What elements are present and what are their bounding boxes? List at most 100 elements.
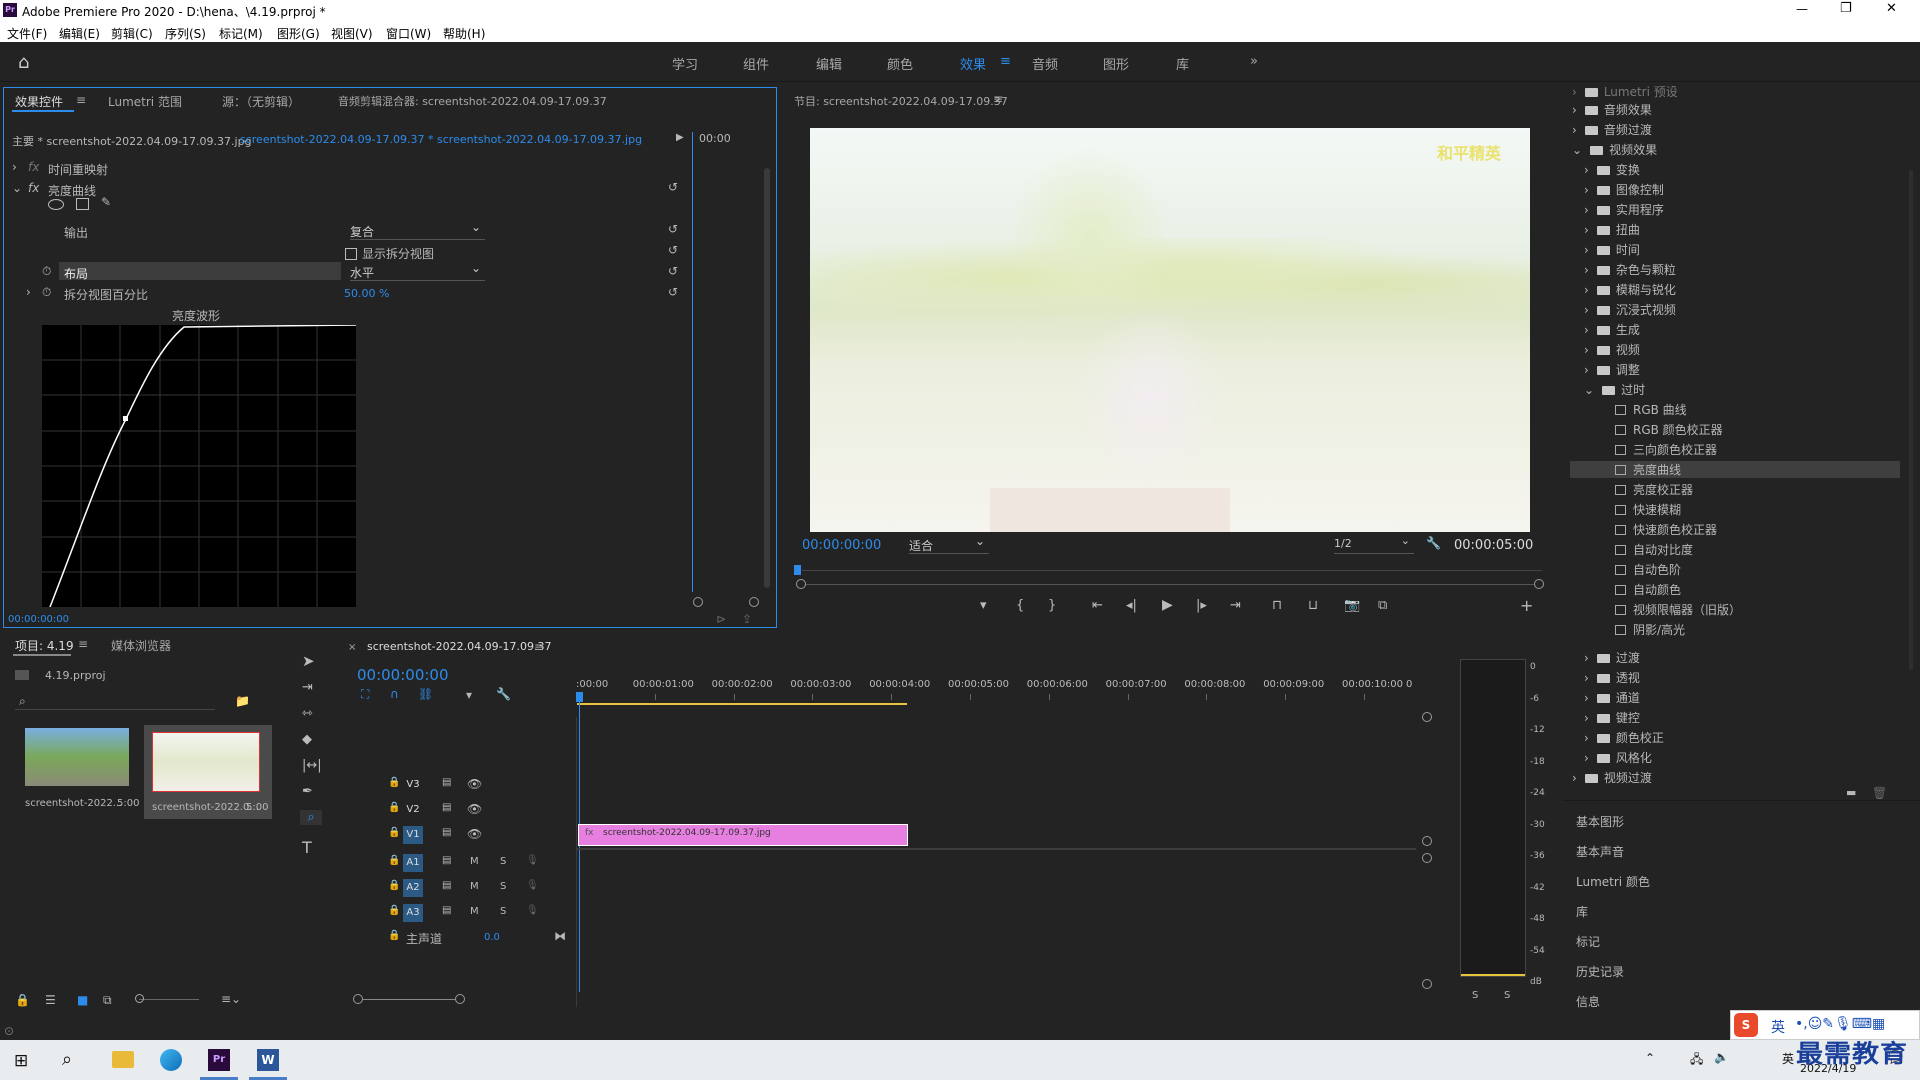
- program-time-ruler[interactable]: [802, 563, 1542, 571]
- tree-video-effect-folder[interactable]: › 颜色校正: [1572, 729, 1664, 746]
- ime-indicator[interactable]: 英: [1782, 1050, 1794, 1067]
- button-editor-icon[interactable]: +: [1520, 596, 1533, 615]
- add-marker-icon[interactable]: ▾: [980, 598, 987, 613]
- razor-tool-icon[interactable]: ◆: [302, 732, 312, 747]
- panel-libraries[interactable]: 库: [1576, 903, 1588, 920]
- export-icon[interactable]: ⇪: [742, 612, 752, 626]
- zoom-handle-left[interactable]: [693, 597, 703, 607]
- tab-menu-icon[interactable]: ≡: [78, 637, 88, 651]
- menu-file[interactable]: 文件(F): [7, 25, 47, 42]
- zoom-tool-icon[interactable]: ⌕: [300, 810, 322, 825]
- tree-video-effect-folder[interactable]: › 扭曲: [1572, 221, 1640, 238]
- time-ruler[interactable]: :00:00 00:00:01:00 00:00:02:00 00:00:03:00 0…: [576, 676, 1444, 706]
- tree-audio-transitions[interactable]: › 音频过渡: [1572, 121, 1652, 138]
- timeline-timecode[interactable]: 00:00:00:00: [357, 666, 449, 684]
- type-tool-icon[interactable]: T: [302, 838, 312, 857]
- tab-lumetri-scopes[interactable]: Lumetri 范围: [108, 93, 182, 110]
- go-to-end-icon[interactable]: ⧓: [554, 929, 566, 943]
- tab-project[interactable]: 项目: 4.19: [15, 637, 74, 654]
- vscroll-handle-top[interactable]: [1422, 712, 1432, 722]
- solo-right-button[interactable]: S: [1504, 990, 1510, 1001]
- reset-icon[interactable]: ↺: [668, 243, 678, 257]
- effect-controls-timecode[interactable]: 00:00:00:00: [8, 614, 69, 625]
- tree-effect-item[interactable]: 快速颜色校正器: [1572, 521, 1717, 538]
- menu-clip[interactable]: 剪辑(C): [111, 25, 153, 42]
- hscroll-handle-right[interactable]: [455, 994, 465, 1004]
- track-a1[interactable]: 🔒 A1 ▤ M S 🎙: [340, 852, 576, 874]
- workspace-color[interactable]: 颜色: [887, 54, 913, 73]
- menu-window[interactable]: 窗口(W): [386, 25, 431, 42]
- lift-icon[interactable]: ⊓: [1272, 598, 1282, 613]
- program-monitor-title[interactable]: 节目: screentshot-2022.04.09-17.09.37: [794, 93, 1008, 109]
- expand-icon[interactable]: ›: [26, 285, 31, 299]
- nest-icon[interactable]: ⛶: [361, 687, 369, 702]
- effects-scrollbar[interactable]: [1909, 170, 1913, 670]
- work-area-bar[interactable]: [577, 703, 907, 705]
- slider-handle[interactable]: [135, 994, 144, 1003]
- mute-button[interactable]: M: [470, 856, 479, 867]
- panel-markers[interactable]: 标记: [1576, 933, 1600, 950]
- pen-mask-icon[interactable]: ✎: [101, 195, 111, 209]
- new-bin-icon[interactable]: ▬: [1846, 786, 1856, 799]
- snap-icon[interactable]: ∩: [390, 687, 399, 701]
- workspace-libraries[interactable]: 库: [1176, 54, 1189, 73]
- minimize-button[interactable]: —: [1796, 2, 1808, 16]
- split-view-checkbox[interactable]: [345, 248, 357, 260]
- scroll-handle-right[interactable]: [1534, 579, 1544, 589]
- tree-effect-item[interactable]: 自动对比度: [1572, 541, 1693, 558]
- tree-effect-item[interactable]: 阴影/高光: [1572, 621, 1685, 638]
- panel-menu-icon[interactable]: ≡: [534, 640, 544, 654]
- solo-button[interactable]: S: [500, 881, 506, 892]
- ripple-edit-icon[interactable]: ⇿: [302, 706, 313, 721]
- track-master[interactable]: 🔒 主声道 0.0 ⧓: [340, 927, 576, 949]
- track-label[interactable]: V2: [403, 801, 423, 819]
- track-select-icon[interactable]: ⇥: [302, 680, 313, 695]
- project-item-1[interactable]: screentshot-2022... 5:00: [17, 725, 139, 815]
- lock-icon[interactable]: 🔒: [388, 802, 400, 813]
- add-marker-icon[interactable]: ▾: [466, 688, 472, 702]
- sync-icon[interactable]: ▤: [442, 777, 451, 788]
- linked-selection-icon[interactable]: ⛓: [418, 687, 433, 701]
- track-label[interactable]: V3: [403, 776, 423, 794]
- mic-icon[interactable]: 🎙: [526, 880, 539, 891]
- split-view-label[interactable]: 显示拆分视图: [362, 245, 434, 262]
- tree-video-transitions[interactable]: › 视频过渡: [1572, 769, 1652, 786]
- play-only-icon[interactable]: ▶: [676, 132, 684, 143]
- premiere-taskbar-icon[interactable]: Pr: [208, 1049, 230, 1071]
- hscroll-handle-left[interactable]: [353, 994, 363, 1004]
- sort-icon[interactable]: ≡⌄: [221, 992, 241, 1006]
- track-label[interactable]: A3: [403, 904, 423, 922]
- workspace-graphics[interactable]: 图形: [1103, 54, 1129, 73]
- tree-video-effects[interactable]: ⌄ 视频效果: [1572, 141, 1657, 158]
- menu-graphics[interactable]: 图形(G): [277, 25, 320, 42]
- layout-dropdown[interactable]: 水平: [350, 261, 485, 281]
- clip-selector[interactable]: screentshot-2022.04.09-17.09.37 * screen…: [240, 133, 642, 146]
- tree-video-effect-folder[interactable]: › 生成: [1572, 321, 1640, 338]
- menu-marker[interactable]: 标记(M): [219, 25, 263, 42]
- stopwatch-icon[interactable]: ⏱: [42, 285, 51, 300]
- vscroll-handle-mid2[interactable]: [1422, 853, 1432, 863]
- workspace-assembly[interactable]: 组件: [743, 54, 769, 73]
- tree-video-effect-folder[interactable]: › 杂色与颗粒: [1572, 261, 1676, 278]
- tree-effect-item[interactable]: 自动色阶: [1572, 561, 1681, 578]
- lock-icon[interactable]: 🔒: [388, 855, 400, 866]
- show-hidden-icons[interactable]: ⌃: [1645, 1051, 1655, 1065]
- step-back-icon[interactable]: ◂|: [1126, 598, 1137, 613]
- program-playhead[interactable]: [794, 565, 801, 575]
- more-workspaces-icon[interactable]: »: [1250, 54, 1258, 69]
- tree-video-effect-folder[interactable]: › 键控: [1572, 709, 1640, 726]
- edge-icon[interactable]: [160, 1049, 182, 1071]
- luma-waveform-graph[interactable]: [42, 325, 356, 607]
- reset-icon[interactable]: ↺: [668, 264, 678, 278]
- fx-icon[interactable]: fx: [28, 181, 39, 195]
- track-v1[interactable]: 🔒 V1 ▤ 👁: [340, 824, 576, 846]
- panel-history[interactable]: 历史记录: [1576, 963, 1624, 980]
- lock-icon[interactable]: 🔒: [388, 827, 400, 838]
- output-dropdown[interactable]: 复合: [350, 220, 485, 240]
- go-to-in-icon[interactable]: ⇤: [1092, 598, 1103, 613]
- sync-icon[interactable]: ▤: [442, 855, 451, 866]
- lock-icon[interactable]: 🔒: [388, 777, 400, 788]
- time-remap-label[interactable]: 时间重映射: [48, 161, 108, 178]
- track-label[interactable]: V1: [403, 826, 423, 844]
- tree-video-effect-folder[interactable]: › 视频: [1572, 341, 1640, 358]
